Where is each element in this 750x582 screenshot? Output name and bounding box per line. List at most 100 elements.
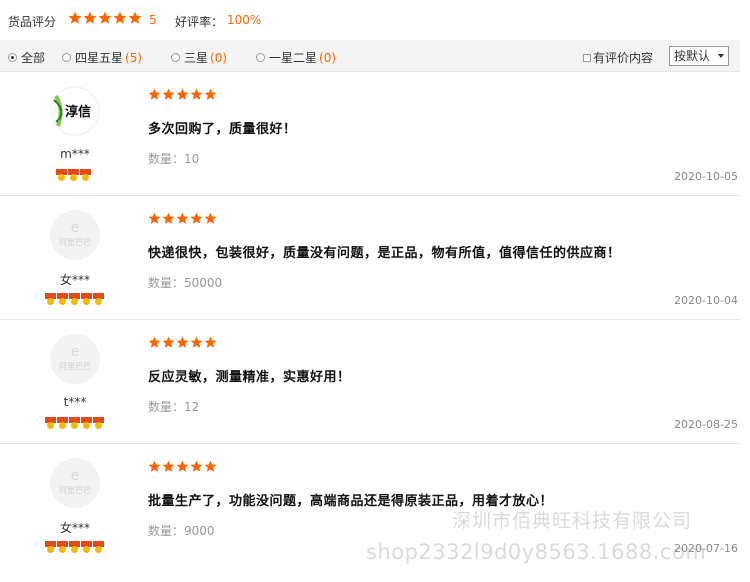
- rating-stars: [68, 11, 142, 25]
- review-item: e 阿里巴巴 女*** 快递很快，包装很好，质量没有问题，是正品，物有所值，值得…: [0, 196, 740, 320]
- filter-three-count: (0): [210, 50, 228, 65]
- review-content: 反应灵敏，测量精准，实惠好用！: [148, 370, 351, 385]
- filter-four-five-label: 四星五星: [75, 51, 124, 65]
- star-icon: [176, 336, 189, 348]
- checkbox-icon[interactable]: [583, 53, 591, 62]
- rating-score: 5: [149, 13, 157, 27]
- review-date: 2020-08-25: [674, 418, 738, 431]
- svg-text:e: e: [71, 344, 80, 360]
- radio-selected-icon[interactable]: [8, 53, 17, 62]
- radio-icon[interactable]: [62, 53, 71, 62]
- star-icon: [162, 88, 175, 100]
- star-icon: [83, 11, 97, 24]
- has-content-checkbox[interactable]: 有评价内容: [583, 49, 653, 66]
- star-icon: [190, 212, 203, 224]
- review-content: 快递很快，包装很好，质量没有问题，是正品，物有所值，值得信任的供应商！: [148, 246, 621, 261]
- alibaba-default-avatar-icon: e 阿里巴巴: [51, 459, 99, 507]
- star-icon: [148, 336, 161, 348]
- review-date: 2020-10-05: [674, 170, 738, 183]
- filter-one-two-star[interactable]: 一星二星 (0): [256, 49, 336, 66]
- review-date: 2020-10-04: [674, 294, 738, 307]
- medal-icon: [81, 541, 92, 553]
- sort-select[interactable]: 按默认: [669, 46, 729, 66]
- good-rate-label: 好评率：: [175, 15, 224, 29]
- buyer-level-medals: [45, 541, 104, 553]
- star-icon: [190, 336, 203, 348]
- review-quantity: 数量：12: [148, 400, 200, 414]
- avatar: 淳信: [50, 86, 100, 136]
- review-quantity: 数量：50000: [148, 276, 223, 290]
- star-icon: [113, 11, 127, 24]
- filter-bar: 全部 四星五星 (5) 三星 (0) 一星二星 (0) 有评价内容 按默认: [0, 40, 740, 72]
- review-item: 淳信 m*** 多次回购了，质量很好！ 数量：10 2020-10-05: [0, 72, 740, 196]
- radio-icon[interactable]: [171, 53, 180, 62]
- watermark-url: shop2332l9d0y8563.1688.com: [366, 540, 707, 564]
- medal-icon: [81, 293, 92, 305]
- filter-one-two-label: 一星二星: [269, 51, 318, 65]
- star-icon: [148, 88, 161, 100]
- avatar: e 阿里巴巴: [50, 210, 100, 260]
- review-item: e 阿里巴巴 t*** 反应灵敏，测量精准，实惠好用！ 数量：12 2020-0…: [0, 320, 740, 444]
- rating-label: 货品评分: [8, 15, 57, 29]
- star-icon: [98, 11, 112, 24]
- review-stars: [148, 460, 217, 473]
- sort-select-value: 按默认: [674, 49, 711, 63]
- star-icon: [176, 460, 189, 472]
- star-icon: [162, 336, 175, 348]
- filter-one-two-count: (0): [319, 50, 337, 65]
- filter-three-label: 三星: [184, 51, 209, 65]
- star-icon: [148, 212, 161, 224]
- radio-icon[interactable]: [256, 53, 265, 62]
- taobao-brand-avatar-icon: 淳信: [50, 86, 100, 136]
- buyer-level-medals: [45, 293, 104, 305]
- has-content-label: 有评价内容: [593, 51, 654, 65]
- review-username: 女***: [59, 521, 90, 535]
- alibaba-default-avatar-icon: e 阿里巴巴: [51, 335, 99, 383]
- medal-icon: [57, 293, 68, 305]
- star-icon: [128, 11, 142, 24]
- review-username: 女***: [59, 273, 90, 287]
- review-username: t***: [63, 395, 87, 409]
- medal-icon: [57, 541, 68, 553]
- review-stars: [148, 336, 217, 349]
- svg-text:淳信: 淳信: [65, 104, 91, 120]
- svg-text:阿里巴巴: 阿里巴巴: [59, 486, 91, 495]
- medal-icon: [93, 417, 104, 429]
- buyer-level-medals: [45, 417, 104, 429]
- medal-icon: [45, 417, 56, 429]
- filter-all[interactable]: 全部: [8, 49, 45, 66]
- alibaba-default-avatar-icon: e 阿里巴巴: [51, 211, 99, 259]
- filter-four-five-star[interactable]: 四星五星 (5): [62, 49, 142, 66]
- buyer-level-medals: [56, 169, 91, 181]
- medal-icon: [45, 541, 56, 553]
- review-content: 多次回购了，质量很好！: [148, 122, 297, 137]
- review-username: m***: [60, 147, 90, 161]
- star-icon: [204, 460, 217, 472]
- star-icon: [68, 11, 82, 24]
- medal-icon: [68, 169, 79, 181]
- review-stars: [148, 212, 217, 225]
- chevron-down-icon[interactable]: [718, 54, 724, 58]
- medal-icon: [56, 169, 67, 181]
- filter-all-label: 全部: [21, 51, 46, 65]
- star-icon: [204, 336, 217, 348]
- star-icon: [162, 460, 175, 472]
- medal-icon: [69, 541, 80, 553]
- filter-four-five-count: (5): [125, 50, 143, 65]
- good-rate-value: 100%: [227, 13, 262, 27]
- avatar: e 阿里巴巴: [50, 458, 100, 508]
- medal-icon: [45, 293, 56, 305]
- svg-text:阿里巴巴: 阿里巴巴: [59, 362, 91, 371]
- star-icon: [162, 212, 175, 224]
- avatar: e 阿里巴巴: [50, 334, 100, 384]
- medal-icon: [57, 417, 68, 429]
- star-icon: [204, 88, 217, 100]
- medal-icon: [80, 169, 91, 181]
- medal-icon: [69, 293, 80, 305]
- svg-text:阿里巴巴: 阿里巴巴: [59, 238, 91, 247]
- medal-icon: [93, 293, 104, 305]
- filter-three-star[interactable]: 三星 (0): [171, 49, 227, 66]
- star-icon: [176, 88, 189, 100]
- star-icon: [190, 460, 203, 472]
- review-quantity: 数量：9000: [148, 524, 215, 538]
